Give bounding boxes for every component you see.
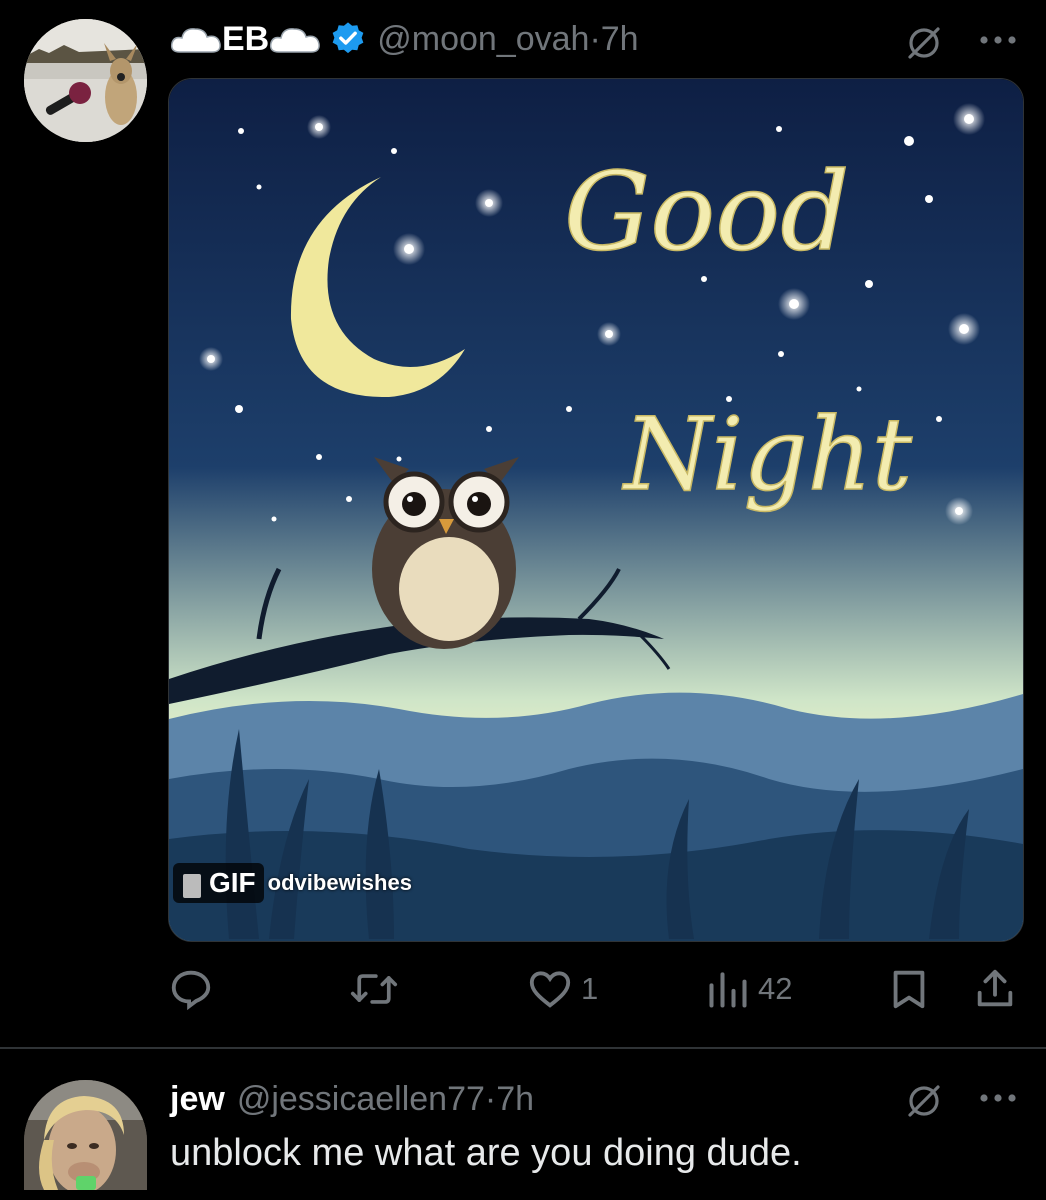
views-button[interactable]: 42 (706, 962, 792, 1016)
avatar-image (24, 19, 147, 142)
author-name[interactable]: EB (222, 20, 269, 59)
cloud-icon (270, 28, 321, 53)
divider (0, 1047, 1046, 1049)
gif-media[interactable]: Good Night GIF odvibewishes (168, 78, 1024, 942)
more-options-icon[interactable] (978, 34, 1018, 46)
timestamp[interactable]: 7h (496, 1080, 534, 1119)
bookmark-button[interactable] (886, 962, 932, 1016)
gif-source: odvibewishes (267, 870, 412, 895)
bookmark-icon (893, 970, 925, 1009)
timestamp[interactable]: 7h (601, 20, 639, 59)
views-chart-icon (709, 972, 747, 1008)
share-icon (977, 969, 1013, 1007)
tweet-header: EB @moon_ovah · 7h (170, 16, 639, 62)
share-button[interactable] (972, 962, 1018, 1016)
avatar[interactable] (24, 1080, 147, 1190)
reply-button[interactable] (168, 962, 222, 1016)
reply-header: jew @jessicaellen77 · 7h (170, 1076, 534, 1122)
author-handle[interactable]: @jessicaellen77 (237, 1080, 485, 1119)
heart-icon (529, 971, 571, 1008)
author-handle[interactable]: @moon_ovah (377, 20, 589, 59)
avatar[interactable] (24, 19, 147, 142)
avatar-image (24, 1080, 147, 1190)
art-text-good: Good (564, 150, 849, 275)
reply-text: unblock me what are you doing dude. (170, 1132, 802, 1174)
reply-icon (171, 970, 211, 1011)
more-options-icon[interactable] (978, 1092, 1018, 1104)
dot-separator: · (589, 19, 601, 58)
views-count: 42 (758, 971, 793, 1006)
art-text-night: Night (622, 396, 913, 513)
like-button[interactable]: 1 (527, 962, 598, 1016)
gif-label: GIF (173, 863, 264, 903)
gif-badge: GIF odvibewishes (173, 859, 412, 907)
like-count: 1 (581, 971, 599, 1006)
grok-icon[interactable] (904, 22, 944, 62)
dot-separator: · (484, 1079, 497, 1118)
cloud-icon (170, 28, 221, 53)
retweet-icon (350, 974, 398, 1004)
verified-badge-icon[interactable] (329, 20, 367, 58)
author-name[interactable]: jew (170, 1080, 225, 1119)
retweet-button[interactable] (350, 962, 406, 1016)
grok-icon[interactable] (904, 1080, 944, 1120)
gif-image: Good Night (169, 79, 1023, 941)
